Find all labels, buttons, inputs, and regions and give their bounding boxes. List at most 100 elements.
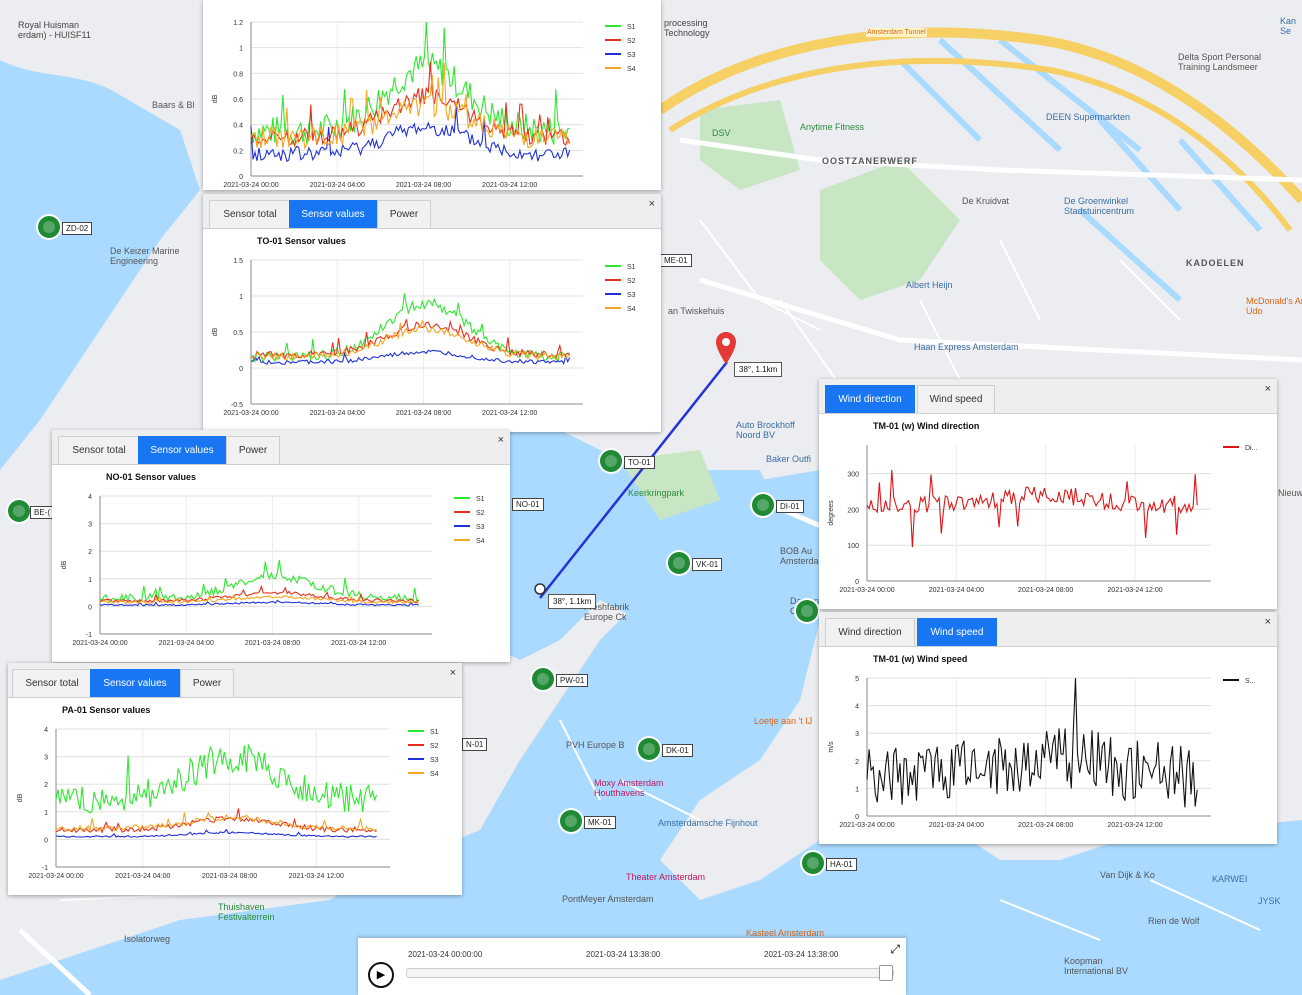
sensor-marker-to01[interactable] — [600, 450, 622, 472]
legend-label: S2 — [627, 38, 636, 45]
y-tick-label: 0 — [855, 814, 859, 821]
poi-jysk[interactable]: JYSK — [1258, 896, 1281, 906]
timeline-slider[interactable] — [406, 965, 894, 981]
tab-wind-direction[interactable]: Wind direction — [825, 385, 915, 413]
tab-bar: Sensor total Sensor values Power × — [52, 430, 510, 465]
y-tick-label: -1 — [86, 632, 92, 639]
legend-label: S3 — [430, 757, 439, 764]
marker-label-ha01[interactable]: HA-01 — [826, 858, 857, 871]
poi-auto-brockhoff[interactable]: Auto Brockhoff Noord BV — [736, 420, 795, 440]
poi-moxy[interactable]: Moxy Amsterdam Houtthavens — [594, 778, 664, 798]
poi-albert-heijn[interactable]: Albert Heijn — [906, 280, 953, 290]
poi-royal-huisman[interactable]: Royal Huisman erdam) - HUISF11 — [18, 20, 91, 40]
tab-power[interactable]: Power — [180, 669, 234, 697]
sensor-marker-be[interactable] — [8, 500, 30, 522]
close-icon[interactable]: × — [1265, 383, 1271, 395]
tab-sensor-values[interactable]: Sensor values — [90, 669, 180, 697]
poi-pontmeyer[interactable]: PontMeyer Amsterdam — [562, 894, 654, 904]
tab-sensor-values[interactable]: Sensor values — [289, 200, 377, 228]
distance-label-b: 38°, 1.1km — [548, 594, 597, 609]
poi-de-kruidvat[interactable]: De Kruidvat — [962, 196, 1009, 206]
marker-label-pw01[interactable]: PW-01 — [556, 674, 589, 687]
tab-wind-speed[interactable]: Wind speed — [917, 385, 995, 413]
marker-label-n01[interactable]: N-01 — [462, 738, 488, 751]
y-tick-label: 4 — [44, 727, 48, 734]
tab-power[interactable]: Power — [226, 436, 280, 464]
tab-power[interactable]: Power — [377, 200, 431, 228]
marker-label-zd02[interactable]: ZD-02 — [62, 222, 93, 235]
poi-kasteel[interactable]: Kasteel Amsterdam — [746, 928, 824, 938]
poi-twiskehuis[interactable]: an Twiskehuis — [668, 306, 724, 316]
poi-baars[interactable]: Baars & Bl — [152, 100, 195, 110]
y-tick-label: 3 — [88, 522, 92, 529]
tab-wind-speed[interactable]: Wind speed — [917, 618, 997, 646]
y-tick-label: 0.2 — [233, 148, 243, 155]
x-tick-label: 2021-03-24 00:00 — [223, 410, 278, 417]
x-tick-label: 2021-03-24 08:00 — [396, 182, 451, 189]
legend-label: S4 — [627, 306, 636, 313]
poi-kan[interactable]: Kan Se — [1280, 16, 1296, 36]
play-button[interactable]: ▶ — [368, 962, 394, 988]
timeline-handle[interactable] — [879, 965, 893, 981]
marker-label-vk01[interactable]: VK-01 — [692, 558, 723, 571]
poi-delta-sport[interactable]: Delta Sport Personal Training Landsmeer — [1178, 52, 1261, 72]
poi-dsv[interactable]: DSV — [712, 128, 731, 138]
poi-loetje[interactable]: Loetje aan 't IJ — [754, 716, 812, 726]
sensor-marker-vk01[interactable] — [668, 552, 690, 574]
poi-groenwinkel[interactable]: De Groenwinkel Stadstuincentrum — [1064, 196, 1134, 216]
sensor-panel-top: 0 0.2 0.4 0.6 0.8 1 1.2 2021-03-24 00:00 2021-03… — [203, 0, 661, 190]
marker-label-no01[interactable]: NO-01 — [512, 498, 544, 511]
poi-thuishaven[interactable]: Thuishaven Festivalterrein — [218, 902, 275, 922]
x-tick-label: 2021-03-24 12:00 — [482, 410, 537, 417]
sensor-marker-pw01[interactable] — [532, 668, 554, 690]
marker-label-dk01[interactable]: DK-01 — [662, 744, 693, 757]
timeline-end: 2021-03-24 13:38:00 — [764, 950, 839, 959]
tab-sensor-total[interactable]: Sensor total — [58, 436, 140, 464]
poi-keizer-marine[interactable]: De Keizer Marine Engineering — [110, 246, 180, 266]
legend-label: S1 — [476, 496, 485, 503]
poi-amsterdam-tunnel[interactable]: Amsterdam Tunnel — [866, 28, 927, 37]
sensor-marker-dk01[interactable] — [638, 738, 660, 760]
series-line-s3 — [56, 828, 377, 838]
poi-rien-de-wolf[interactable]: Rien de Wolf — [1148, 916, 1199, 926]
poi-isolatorweg[interactable]: Isolatorweg — [124, 934, 170, 944]
marker-label-me01[interactable]: ME-01 — [660, 254, 692, 267]
tab-sensor-total[interactable]: Sensor total — [209, 200, 291, 228]
poi-amsterdamsche[interactable]: Amsterdamsche Fijnhout — [658, 818, 758, 828]
close-icon[interactable]: × — [498, 434, 504, 446]
marker-label-be[interactable]: BE-( — [30, 506, 54, 519]
distance-pin-icon[interactable] — [714, 330, 740, 370]
sensor-marker-mk01[interactable] — [560, 810, 582, 832]
close-icon[interactable]: × — [649, 198, 655, 210]
sensor-marker-zd02[interactable] — [38, 216, 60, 238]
marker-label-to01[interactable]: TO-01 — [624, 456, 655, 469]
sensor-marker-damen[interactable] — [796, 600, 818, 622]
poi-koopman[interactable]: Koopman International BV — [1064, 956, 1128, 976]
poi-theater[interactable]: Theater Amsterdam — [626, 872, 705, 882]
poi-pvh[interactable]: PVH Europe B — [566, 740, 625, 750]
poi-baker-outfit[interactable]: Baker Outfi — [766, 454, 811, 464]
tab-wind-direction[interactable]: Wind direction — [825, 618, 915, 646]
distance-label-a: 38°, 1.1km — [734, 362, 783, 377]
poi-van-dijk[interactable]: Van Dijk & Ko — [1100, 870, 1155, 880]
sensor-marker-di01[interactable] — [752, 494, 774, 516]
poi-anytime-fitness[interactable]: Anytime Fitness — [800, 122, 864, 132]
expand-icon[interactable]: ⤢ — [890, 942, 900, 957]
poi-processing[interactable]: processing Technology — [664, 18, 710, 38]
marker-label-mk01[interactable]: MK-01 — [584, 816, 616, 829]
distance-start-pin-icon[interactable] — [533, 582, 547, 602]
tab-sensor-values[interactable]: Sensor values — [138, 436, 226, 464]
close-icon[interactable]: × — [1265, 616, 1271, 628]
poi-deen[interactable]: DEEN Supermarkten — [1046, 112, 1130, 122]
wind-direction-chart: TM-01 (w) Wind direction 0 100 200 300 2021-0… — [828, 421, 1258, 594]
sensor-marker-ha01[interactable] — [802, 852, 824, 874]
marker-label-di01[interactable]: DI-01 — [776, 500, 804, 513]
poi-mcdonalds[interactable]: McDonald's Am Udo — [1246, 296, 1302, 316]
y-tick-label: 0.6 — [233, 97, 243, 104]
poi-karwei[interactable]: KARWEI — [1212, 874, 1247, 884]
poi-keerkringpark[interactable]: Keerkringpark — [628, 488, 684, 498]
close-icon[interactable]: × — [450, 667, 456, 679]
poi-nieuwe[interactable]: Nieuwe — [1278, 488, 1302, 498]
tab-sensor-total[interactable]: Sensor total — [12, 669, 92, 697]
poi-haan-express[interactable]: Haan Express Amsterdam — [914, 342, 1019, 352]
